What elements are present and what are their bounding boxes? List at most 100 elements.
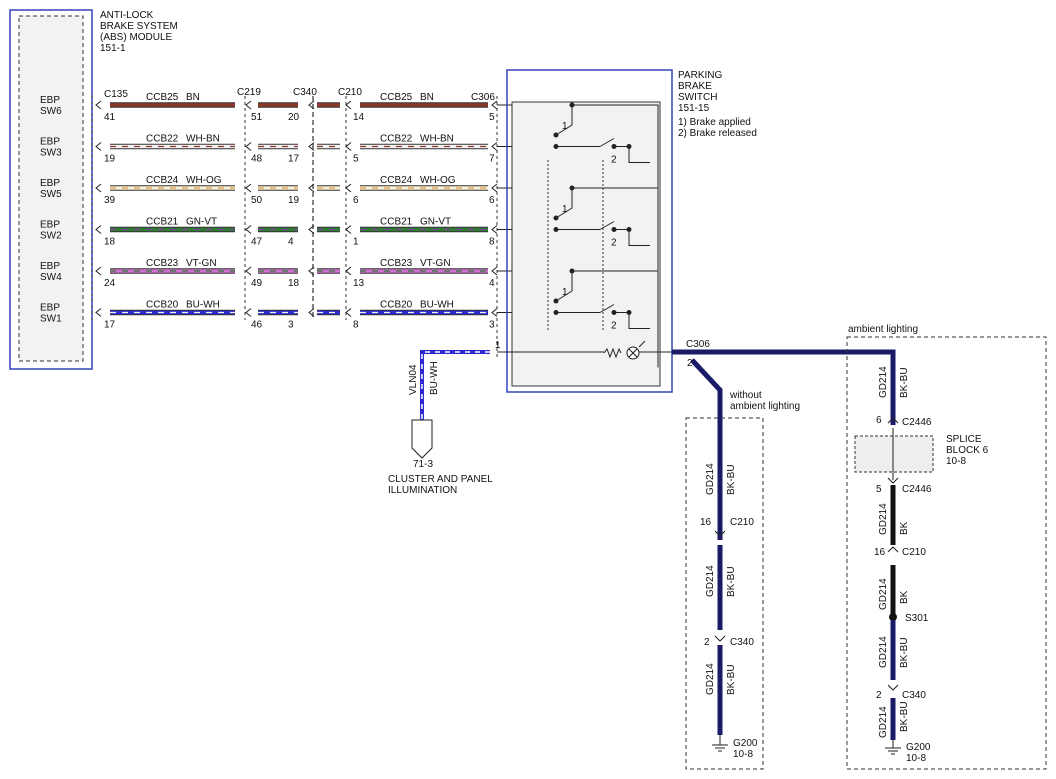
connector-arrow-icon bbox=[95, 308, 102, 317]
wire-circuit-label: CCB21 bbox=[146, 217, 179, 228]
pin-number: 8 bbox=[353, 320, 359, 331]
wire-color-label: VT-GN bbox=[186, 258, 217, 269]
wa-seg2-color: BK-BU bbox=[726, 566, 737, 597]
connector-arrow-icon bbox=[245, 308, 252, 317]
pin-number: 14 bbox=[353, 112, 365, 123]
wire-circuit-label: CCB21 bbox=[380, 217, 413, 228]
wa-c210-pin: 16 bbox=[700, 517, 712, 528]
connector-arrow-icon bbox=[95, 225, 102, 234]
ebp-pin-label: SW4 bbox=[40, 272, 62, 283]
pin-number: 4 bbox=[288, 237, 294, 248]
pin-number: 3 bbox=[489, 320, 495, 331]
am-c2446-bot-pin: 5 bbox=[876, 484, 882, 495]
svg-text:1: 1 bbox=[562, 204, 568, 215]
wire-circuit-label: CCB25 bbox=[380, 92, 413, 103]
abs-module-title: ANTI-LOCK BRAKE SYSTEM (ABS) MODULE 151-… bbox=[100, 10, 181, 54]
connector-arrow-icon bbox=[491, 308, 498, 317]
pin-number: 39 bbox=[104, 195, 116, 206]
pin-number: 5 bbox=[489, 112, 495, 123]
am-c210-name: C210 bbox=[902, 547, 926, 558]
wire-color-label: WH-OG bbox=[420, 175, 456, 186]
pin-number: 6 bbox=[353, 195, 359, 206]
parking-brake-switch: 1 2 1 2 1 2 bbox=[497, 69, 673, 393]
pin-number: 48 bbox=[251, 154, 263, 165]
ebp-pin-label: SW3 bbox=[40, 148, 62, 159]
am-ground-name: G200 bbox=[906, 742, 931, 753]
am-seg3-color: BK bbox=[899, 590, 910, 604]
connector-arrow-icon bbox=[245, 100, 252, 110]
am-seg1-color: BK-BU bbox=[899, 367, 910, 398]
wire-circuit-label: CCB23 bbox=[380, 258, 413, 269]
connector-arrow-icon bbox=[95, 266, 102, 276]
c219-label: C219 bbox=[237, 87, 261, 98]
am-seg2-wire: GD214 bbox=[878, 503, 889, 535]
connector-arrow-icon bbox=[345, 308, 352, 317]
c210-label: C210 bbox=[338, 87, 362, 98]
wire-circuit-label: CCB20 bbox=[146, 300, 179, 311]
wa-seg1-wire: GD214 bbox=[705, 463, 716, 495]
wa-c340-pin: 2 bbox=[704, 637, 710, 648]
wire-row: EBPSW3CCB22WH-BNCCB22WH-BN19481757SW3 bbox=[40, 134, 556, 165]
svg-text:2: 2 bbox=[611, 155, 617, 166]
pin-number: 49 bbox=[251, 278, 263, 289]
am-seg1-wire: GD214 bbox=[878, 366, 889, 398]
pin-number: 6 bbox=[489, 195, 495, 206]
wa-c210-name: C210 bbox=[730, 517, 754, 528]
svg-text:2: 2 bbox=[611, 321, 617, 332]
pin-number: 24 bbox=[104, 278, 116, 289]
illum-color: BU-WH bbox=[429, 361, 440, 395]
connector-arrow-icon bbox=[245, 183, 252, 193]
am-seg5-wire: GD214 bbox=[878, 706, 889, 738]
ebp-pin-label: SW2 bbox=[40, 231, 62, 242]
connector-arrow-icon bbox=[491, 183, 498, 193]
am-seg3-wire: GD214 bbox=[878, 578, 889, 610]
connector-arrow-icon bbox=[95, 142, 102, 151]
illum-wire: VLN04 bbox=[408, 364, 419, 395]
pin-number: 17 bbox=[104, 320, 116, 331]
wa-seg1-color: BK-BU bbox=[726, 464, 737, 495]
wire-circuit-label: CCB22 bbox=[380, 134, 413, 145]
wire-rows: EBPSW6CCB25BNCCB25BN415120145SW6EBPSW3CC… bbox=[40, 92, 556, 331]
ebp-pin-label: EBP bbox=[40, 220, 60, 231]
pin-number: 51 bbox=[251, 112, 263, 123]
without-ambient-branch bbox=[685, 417, 764, 770]
wire-color-label: GN-VT bbox=[420, 217, 451, 228]
pin-number: 4 bbox=[489, 278, 495, 289]
connector-arrow-icon bbox=[245, 266, 252, 276]
am-c2446-top-pin: 6 bbox=[876, 415, 882, 426]
connector-arrow-icon bbox=[308, 225, 315, 234]
wire-row: EBPSW1CCB20BU-WHCCB20BU-WH1746383SW1 bbox=[40, 300, 556, 331]
wa-seg3-color: BK-BU bbox=[726, 664, 737, 695]
ebp-pin-label: EBP bbox=[40, 95, 60, 106]
ground-wire-without-ambient bbox=[690, 358, 723, 520]
ambient-label: ambient lighting bbox=[848, 324, 918, 335]
connector-arrow-icon bbox=[345, 100, 352, 110]
wire-color-label: WH-BN bbox=[186, 134, 220, 145]
wa-c340-name: C340 bbox=[730, 637, 754, 648]
wa-ground-name: G200 bbox=[733, 738, 758, 749]
connector-arrow-icon bbox=[245, 225, 252, 234]
c340-label: C340 bbox=[293, 87, 317, 98]
pin-number: 8 bbox=[489, 237, 495, 248]
pin-number: 20 bbox=[288, 112, 300, 123]
illum-pin: 1 bbox=[495, 340, 501, 351]
connector-arrow-icon bbox=[245, 142, 252, 151]
ebp-pin-label: SW5 bbox=[40, 189, 62, 200]
connector-arrow-icon bbox=[345, 225, 352, 234]
am-c340-name: C340 bbox=[902, 690, 926, 701]
c340-arrow-icon bbox=[714, 635, 726, 642]
pin-number: 1 bbox=[353, 237, 359, 248]
am-ground-ref: 10-8 bbox=[906, 753, 926, 764]
am-seg4-wire: GD214 bbox=[878, 636, 889, 668]
wa-seg2-wire: GD214 bbox=[705, 565, 716, 597]
am-seg4-color: BK-BU bbox=[899, 637, 910, 668]
c135-label: C135 bbox=[104, 89, 128, 100]
ebp-pin-label: EBP bbox=[40, 261, 60, 272]
pin-number: 19 bbox=[104, 154, 116, 165]
wiring-diagram: ANTI-LOCK BRAKE SYSTEM (ABS) MODULE 151-… bbox=[9, 9, 1047, 770]
wire-circuit-label: CCB23 bbox=[146, 258, 179, 269]
pin-number: 41 bbox=[104, 112, 116, 123]
c306-label: C306 bbox=[471, 92, 495, 103]
wire-row: EBPSW4CCB23VT-GNCCB23VT-GN244918134SW4 bbox=[40, 258, 556, 289]
splice-block-box bbox=[854, 435, 934, 473]
